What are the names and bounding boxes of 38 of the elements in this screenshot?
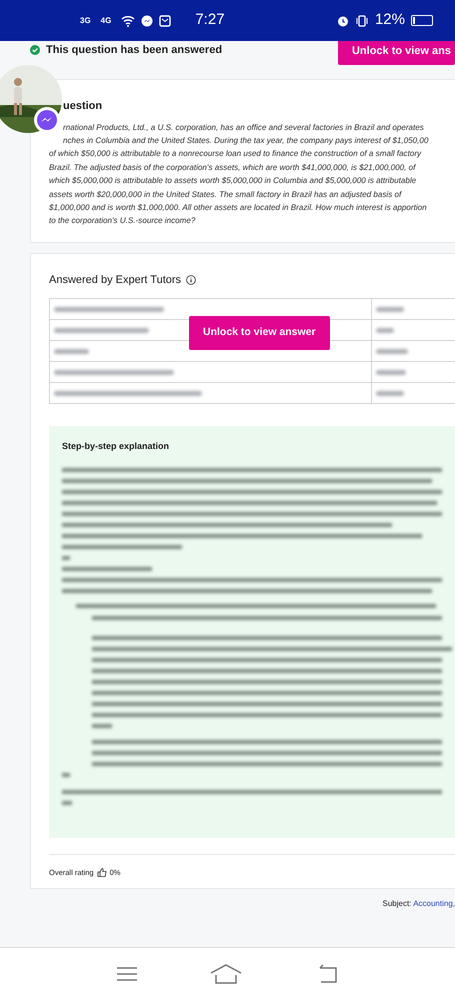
clock-time: 7:27 [195,10,225,30]
answered-status: This question has been answered [46,42,222,58]
alarm-icon [336,14,349,26]
subject-link[interactable]: Accounting, [413,899,455,908]
vibrate-icon [354,14,369,26]
network-type: 4G [100,14,112,26]
unlock-button[interactable]: Unlock to view ans [338,41,455,66]
blurred-text [376,348,408,354]
question-text-line: to the corporation's U.S.-source income? [49,215,196,228]
network-type: 3G [80,14,91,26]
question-text-line: $1,000,000 and is worth $1,000,000. All other assets are located in Brazil. How much interest is apportion [49,202,428,214]
question-text-line: nches in Columbia and the United States. During the tax year, the company pays interest of $1,050,00 [62,134,430,147]
menu-icon[interactable] [116,966,138,982]
messenger-icon [34,107,60,133]
explanation-title: Step-by-step explanation [62,440,170,454]
question-text-line: rnational Products, Ltd., a U.S. corporation, has an office and several factories in Brazil and operates [62,122,425,134]
wifi-icon [121,14,136,26]
blurred-text [376,306,404,312]
question-text-line: of which $50,000 is attributable to a nonrecourse loan used to finance the construction of a small factory [49,148,422,160]
battery-icon [411,15,433,26]
blurred-text [376,390,404,396]
question-text-line: assets worth $20,000,000 in the United States. The small factory in Brazil has an adjusted basis of [49,188,403,201]
blurred-text [376,328,394,333]
question-text-line: which $5,000,000 is attributable to assets worth $5,000,000 in Columbia and $5,000,000 is attributable [49,175,418,188]
check-icon [30,45,40,55]
question-title: uestion [63,99,104,114]
question-text-line: Brazil. The adjusted basis of the corporation's assets, which are worth $41,000,000, is $21,000,000, of [49,162,417,174]
home-icon[interactable] [210,964,242,984]
battery-percent: 12% [374,10,405,30]
chat-bubble-icon [141,14,154,26]
mail-icon [159,14,172,26]
thumbs-up-icon [96,868,107,877]
blurred-text [376,370,406,375]
answer-heading: Answered by Expert Tutors [49,272,182,288]
subject-label: Subject: [382,899,412,908]
info-icon [186,275,196,285]
unlock-answer-button[interactable]: Unlock to view answer [189,316,330,350]
blurred-text [54,348,89,354]
